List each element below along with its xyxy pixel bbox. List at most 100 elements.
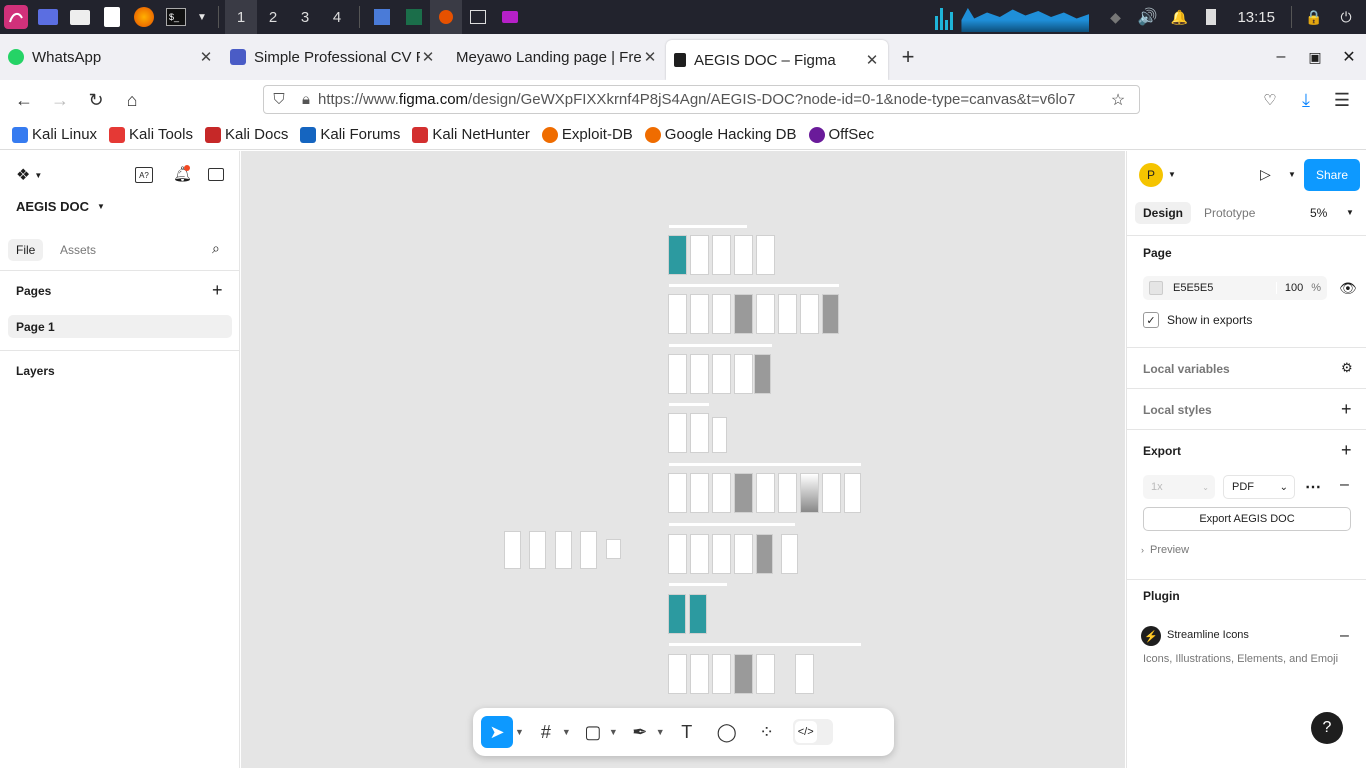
lock-icon[interactable]: 🔒︎ bbox=[294, 91, 318, 108]
add-style-icon[interactable]: + bbox=[1341, 399, 1352, 420]
export-scale-select[interactable]: 1x ⌄ bbox=[1143, 475, 1215, 499]
frame-thumbnail[interactable] bbox=[712, 534, 731, 574]
frame-thumbnail[interactable] bbox=[781, 534, 798, 574]
variables-icon[interactable]: ⚙ bbox=[1341, 360, 1353, 376]
minimize-button[interactable]: – bbox=[1264, 48, 1298, 66]
tab-assets[interactable]: Assets bbox=[60, 243, 96, 257]
frame-thumbnail[interactable] bbox=[778, 473, 797, 513]
window-editor-icon[interactable] bbox=[370, 5, 394, 29]
window-app-icon[interactable] bbox=[402, 5, 426, 29]
frame-thumbnail[interactable] bbox=[668, 654, 687, 694]
frame-thumbnail[interactable] bbox=[668, 354, 687, 394]
frame-thumbnail[interactable] bbox=[712, 473, 731, 513]
shield-icon[interactable]: ⛉ bbox=[264, 91, 294, 108]
url-bar[interactable]: ⛉ 🔒︎ https://www.figma.com/design/GeWXpF… bbox=[263, 85, 1140, 114]
kali-menu-icon[interactable] bbox=[4, 5, 28, 29]
font-icon[interactable]: A? bbox=[135, 167, 153, 183]
frame-thumbnail[interactable] bbox=[822, 473, 841, 513]
chevron-down-icon[interactable]: ▼ bbox=[1168, 170, 1176, 179]
frame-thumbnail[interactable] bbox=[690, 413, 709, 453]
frame-thumbnail[interactable] bbox=[690, 534, 709, 574]
pen-tool-icon[interactable]: ✒ bbox=[626, 718, 654, 746]
chevron-down-icon[interactable]: ▼ bbox=[515, 727, 524, 737]
frame-thumbnail[interactable] bbox=[689, 594, 707, 634]
bell-icon[interactable]: 🔔 bbox=[1167, 5, 1191, 29]
preview-toggle[interactable]: › Preview bbox=[1141, 544, 1189, 556]
frame-thumbnail[interactable] bbox=[756, 294, 775, 334]
color-opacity[interactable]: 100 bbox=[1275, 282, 1303, 294]
frame-thumbnail[interactable] bbox=[529, 531, 546, 569]
frame-thumbnail[interactable] bbox=[668, 235, 687, 275]
back-icon[interactable]: ← bbox=[6, 82, 42, 118]
frame-thumbnail[interactable] bbox=[690, 654, 709, 694]
frame-thumbnail[interactable] bbox=[668, 413, 687, 453]
maximize-button[interactable]: ▣ bbox=[1298, 49, 1332, 66]
workspace-4[interactable]: 4 bbox=[321, 0, 353, 34]
frame-thumbnail[interactable] bbox=[712, 417, 727, 453]
reload-icon[interactable]: ↻ bbox=[78, 82, 114, 118]
frame-thumbnail[interactable] bbox=[690, 235, 709, 275]
frame-thumbnail[interactable] bbox=[504, 531, 521, 569]
search-icon[interactable]: ⌕ bbox=[212, 240, 220, 257]
color-swatch[interactable] bbox=[1149, 281, 1163, 295]
notifications-icon[interactable]: 🔔︎ bbox=[173, 165, 192, 183]
close-icon[interactable]: ✕ bbox=[198, 48, 214, 66]
frame-thumbnail[interactable] bbox=[795, 654, 814, 694]
comment-tool-icon[interactable]: ◯ bbox=[713, 718, 741, 746]
color-hex[interactable]: E5E5E5 bbox=[1173, 282, 1276, 294]
chevron-down-icon[interactable]: ▼ bbox=[1288, 170, 1296, 179]
forward-icon[interactable]: → bbox=[42, 82, 78, 118]
firefox-icon[interactable] bbox=[132, 5, 156, 29]
clock[interactable]: 13:15 bbox=[1237, 9, 1275, 26]
move-tool-icon[interactable]: ➤ bbox=[481, 716, 513, 748]
home-icon[interactable]: ⌂ bbox=[114, 82, 150, 118]
frame-thumbnail[interactable] bbox=[756, 534, 773, 574]
window-terminal-icon[interactable] bbox=[466, 5, 490, 29]
frame-thumbnail[interactable] bbox=[734, 473, 753, 513]
eye-icon[interactable]: 👁︎ bbox=[1339, 280, 1357, 297]
volume-icon[interactable]: 🔊 bbox=[1135, 5, 1159, 29]
power-icon[interactable]: ⏻ bbox=[1334, 5, 1358, 29]
frame-thumbnail[interactable] bbox=[734, 654, 753, 694]
tab-meyawo[interactable]: Meyawo Landing page | Free ✕ bbox=[444, 38, 666, 76]
new-tab-button[interactable]: + bbox=[888, 44, 928, 70]
file-name[interactable]: AEGIS DOC ▼ bbox=[16, 199, 105, 214]
figma-canvas[interactable] bbox=[241, 151, 1125, 768]
terminal-icon[interactable]: $_ bbox=[164, 5, 188, 29]
frame-thumbnail[interactable] bbox=[844, 473, 861, 513]
lock-icon[interactable]: 🔒 bbox=[1302, 5, 1326, 29]
add-export-icon[interactable]: + bbox=[1341, 440, 1352, 461]
desktop-icon[interactable] bbox=[36, 5, 60, 29]
plugin-name[interactable]: Streamline Icons bbox=[1167, 629, 1249, 641]
frame-thumbnail[interactable] bbox=[822, 294, 839, 334]
close-icon[interactable]: ✕ bbox=[420, 48, 436, 66]
file-manager-icon[interactable] bbox=[68, 5, 92, 29]
star-icon[interactable]: ☆ bbox=[1103, 90, 1133, 110]
chevron-down-icon[interactable]: ▼ bbox=[196, 5, 208, 29]
tab-whatsapp[interactable]: WhatsApp ✕ bbox=[0, 38, 222, 76]
chevron-down-icon[interactable]: ▼ bbox=[609, 727, 618, 737]
figma-main-menu[interactable]: ❖ ▼ bbox=[16, 165, 42, 185]
export-button[interactable]: Export AEGIS DOC bbox=[1143, 507, 1351, 531]
rectangle-tool-icon[interactable]: ▢ bbox=[579, 718, 607, 746]
download-icon[interactable]: ⤓ bbox=[1288, 82, 1324, 118]
workspace-2[interactable]: 2 bbox=[257, 0, 289, 34]
tab-figma[interactable]: AEGIS DOC – Figma ✕ bbox=[666, 40, 888, 80]
bookmark-kali-forums[interactable]: Kali Forums bbox=[300, 126, 400, 143]
tab-design[interactable]: Design bbox=[1135, 202, 1192, 224]
chevron-down-icon[interactable]: ▼ bbox=[1346, 208, 1354, 217]
bookmark-kali-docs[interactable]: Kali Docs bbox=[204, 126, 288, 143]
frame-thumbnail[interactable] bbox=[778, 294, 797, 334]
actions-tool-icon[interactable]: ⁘ bbox=[753, 718, 781, 746]
workspace-1[interactable]: 1 bbox=[225, 0, 257, 34]
frame-thumbnail[interactable] bbox=[690, 294, 709, 334]
tab-file[interactable]: File bbox=[8, 239, 44, 261]
local-styles-label[interactable]: Local styles bbox=[1143, 403, 1212, 417]
share-button[interactable]: Share bbox=[1304, 159, 1360, 191]
tab-prototype[interactable]: Prototype bbox=[1204, 206, 1255, 220]
frame-thumbnail[interactable] bbox=[606, 539, 621, 559]
frame-thumbnail[interactable] bbox=[690, 473, 709, 513]
frame-thumbnail[interactable] bbox=[555, 531, 572, 569]
frame-thumbnail[interactable] bbox=[668, 294, 687, 334]
frame-thumbnail[interactable] bbox=[800, 473, 819, 513]
